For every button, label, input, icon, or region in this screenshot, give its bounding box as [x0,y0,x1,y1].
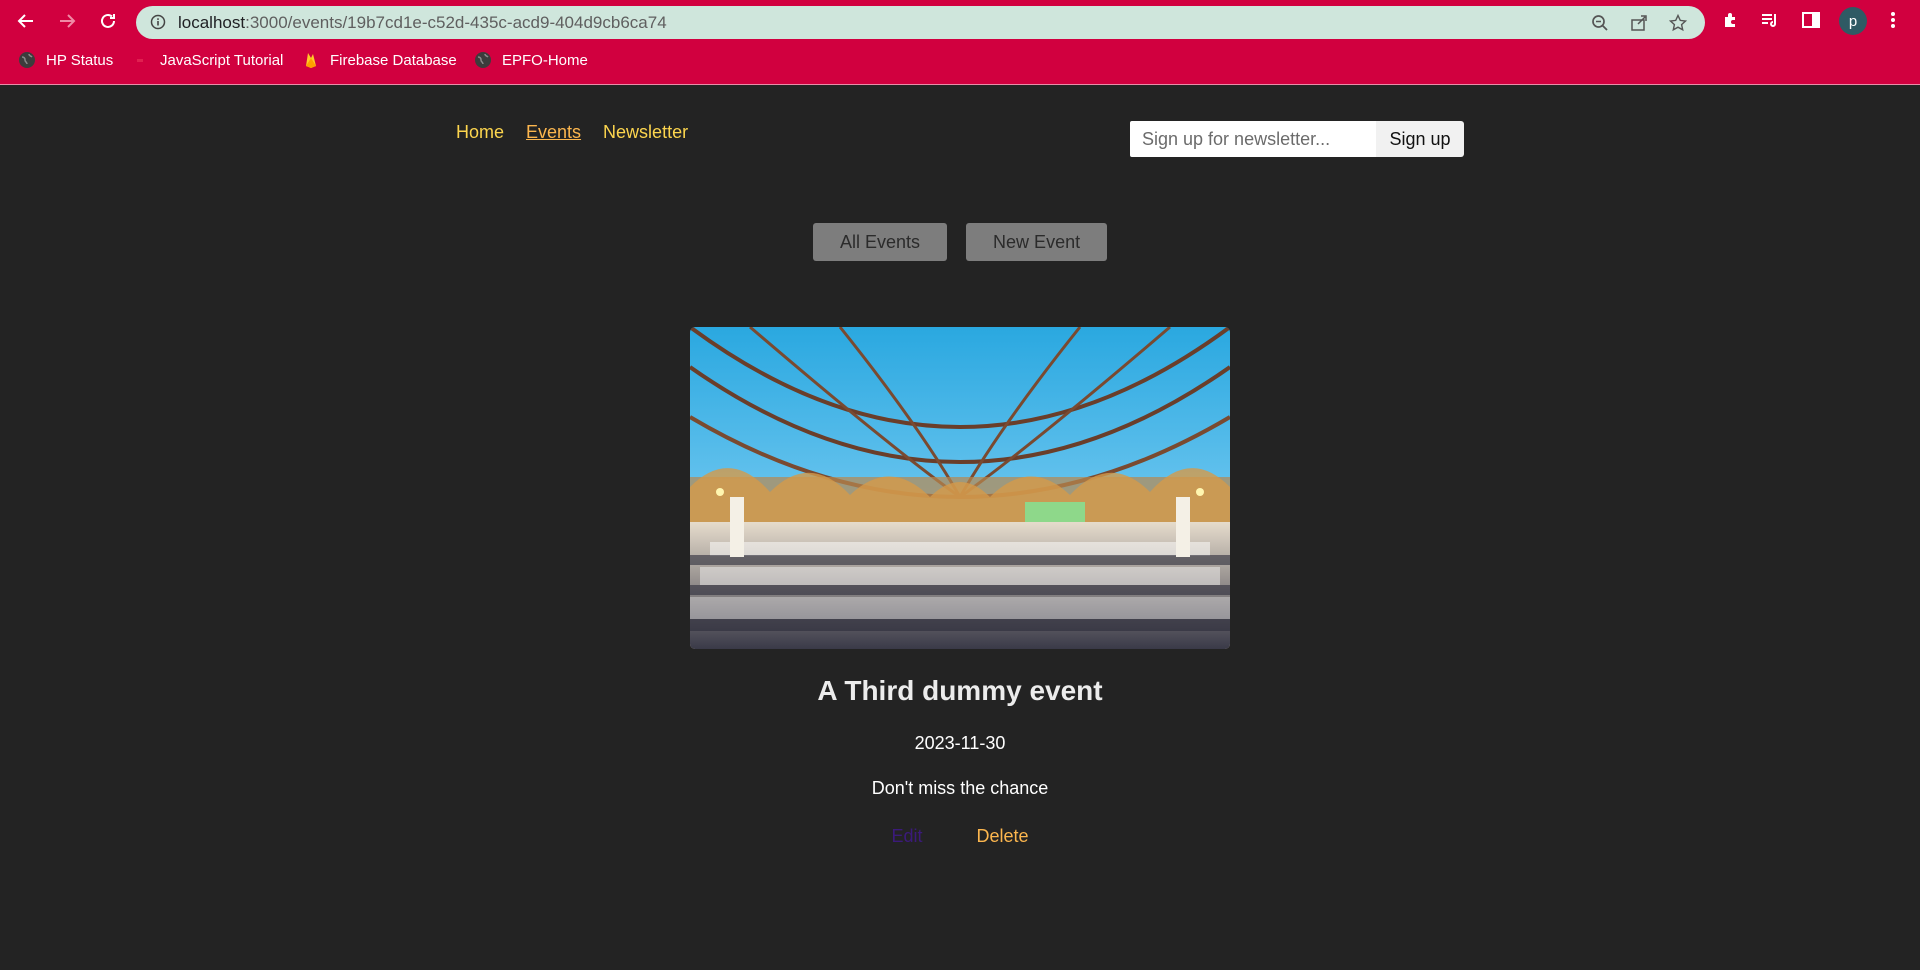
site-info-icon[interactable] [150,14,166,35]
new-event-button[interactable]: New Event [966,223,1108,261]
events-navigation: All Events New Event [813,223,1108,261]
forward-arrow-icon[interactable] [55,9,79,33]
browser-toolbar: localhost:3000/events/19b7cd1e-c52d-435c… [0,0,1920,43]
firebase-flame-icon [306,53,316,68]
bookmark-epfo-home[interactable]: EPFO-Home [474,51,588,69]
extensions-puzzle-icon[interactable] [1721,10,1743,32]
bookmarks-bar: HP Status JavaScript Tutorial Firebase D… [0,48,1920,74]
event-description: Don't miss the chance [871,778,1049,798]
bookmark-label: Firebase Database [330,51,457,69]
newsletter-signup-form: Sign up [1130,121,1464,157]
share-icon[interactable] [1630,14,1648,32]
side-panel-icon[interactable] [1801,10,1823,32]
event-date: 2023-11-30 [914,733,1006,753]
menu-kebab-icon[interactable] [1883,10,1905,32]
bookmark-javascript-tutorial[interactable]: JavaScript Tutorial [132,51,283,69]
address-bar[interactable]: localhost:3000/events/19b7cd1e-c52d-435c… [136,6,1705,39]
bookmark-label: HP Status [46,51,114,69]
bookmark-label: JavaScript Tutorial [160,51,284,69]
url-path: :3000/events/19b7cd1e-c52d-435c-acd9-404… [245,13,667,32]
bookmark-label: EPFO-Home [502,51,588,69]
edit-event-link[interactable]: Edit [891,826,922,847]
nav-link-events[interactable]: Events [526,122,581,143]
zoom-icon[interactable] [1591,14,1609,32]
event-title: A Third dummy event [817,675,1103,706]
all-events-button[interactable]: All Events [813,223,948,261]
globe-icon [19,52,35,68]
javascript-favicon-icon [137,59,143,62]
newsletter-email-input[interactable] [1130,121,1376,157]
delete-event-button[interactable]: Delete [977,826,1029,847]
url-text[interactable]: localhost:3000/events/19b7cd1e-c52d-435c… [178,13,667,33]
event-actions: Edit Delete [0,826,1920,847]
nav-link-home[interactable]: Home [456,122,504,143]
bookmark-hp-status[interactable]: HP Status [18,51,113,69]
reload-icon[interactable] [96,9,120,33]
main-navigation: Home Events Newsletter [456,122,688,143]
back-arrow-icon[interactable] [14,9,38,33]
bookmark-star-icon[interactable] [1668,13,1688,32]
profile-avatar[interactable]: p [1839,7,1867,35]
nav-link-newsletter[interactable]: Newsletter [603,122,688,143]
reading-list-icon[interactable] [1760,10,1782,32]
globe-icon [475,52,491,68]
url-host: localhost [178,13,246,32]
chrome-divider [0,84,1920,85]
newsletter-signup-button[interactable]: Sign up [1376,121,1464,157]
browser-chrome: localhost:3000/events/19b7cd1e-c52d-435c… [0,0,1920,85]
event-image [690,327,1230,649]
bookmark-firebase-database[interactable]: Firebase Database [302,51,457,69]
